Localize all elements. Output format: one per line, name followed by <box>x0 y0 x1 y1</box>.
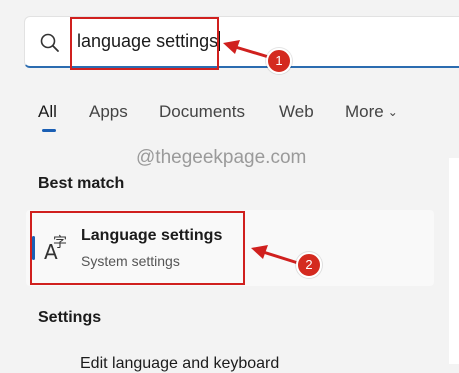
step-badge-1: 1 <box>266 48 292 74</box>
step-badge-2: 2 <box>296 252 322 278</box>
annotation-arrows <box>223 40 299 265</box>
